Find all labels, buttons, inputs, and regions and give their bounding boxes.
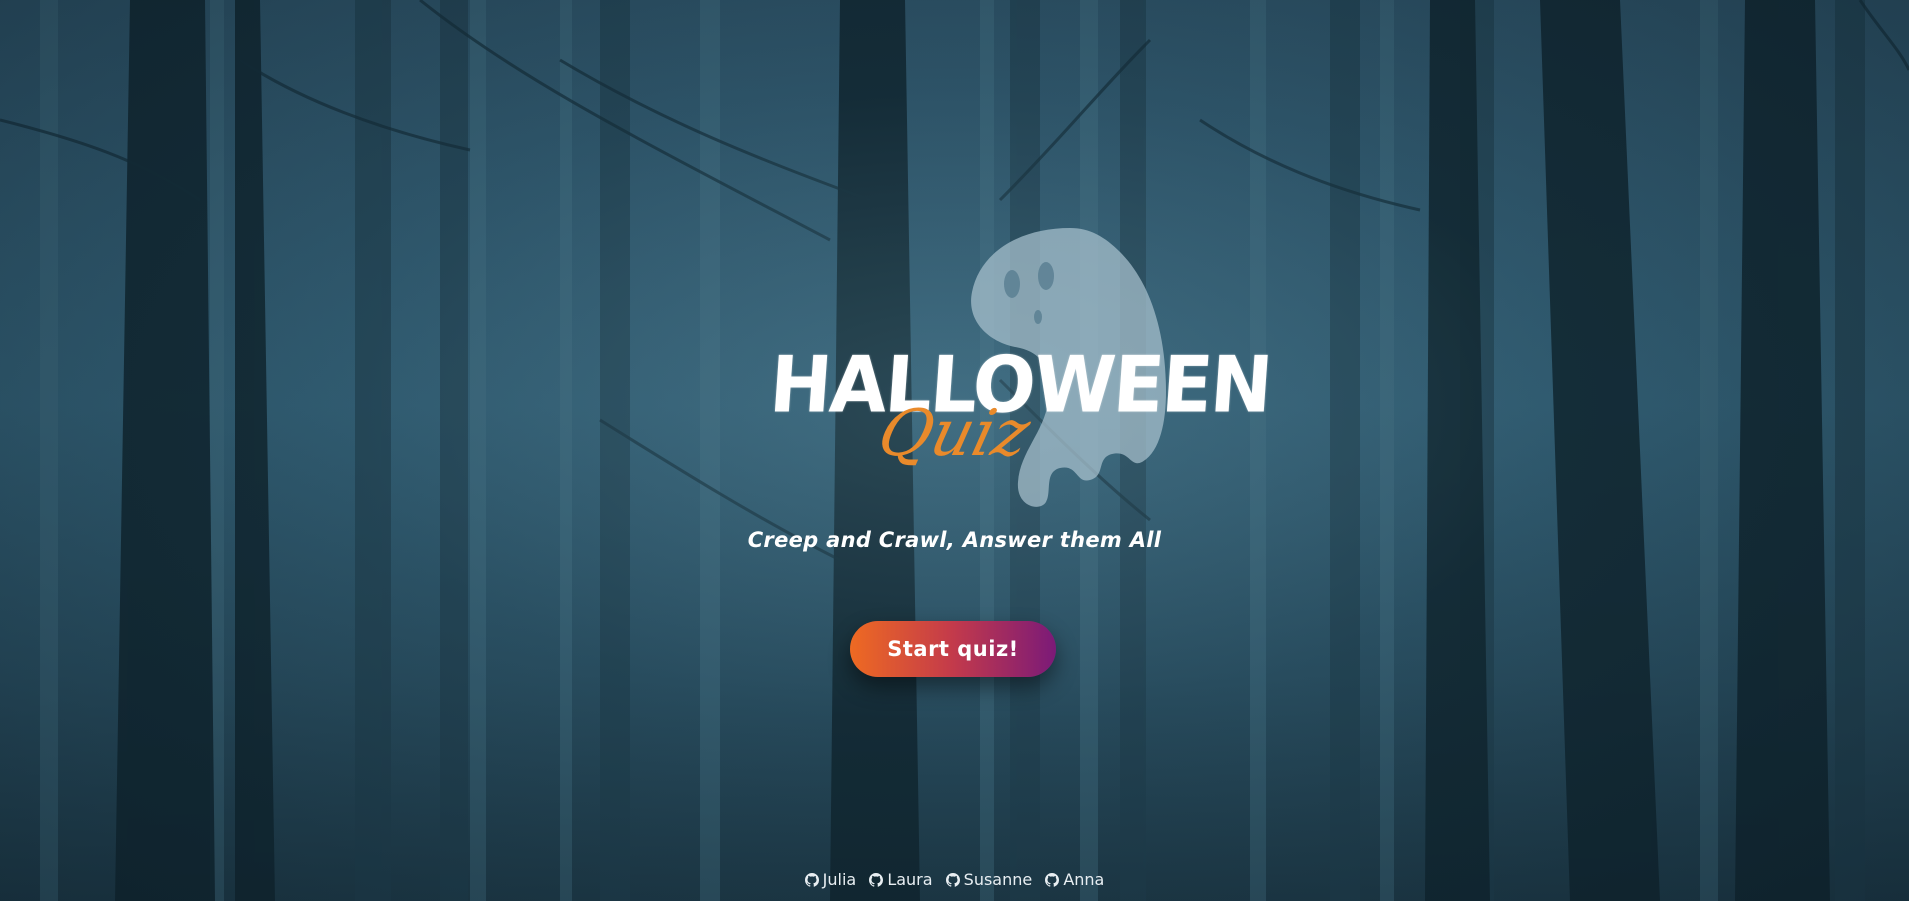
credit-link-laura[interactable]: Laura <box>869 870 933 889</box>
start-quiz-button[interactable]: Start quiz! <box>850 621 1056 677</box>
credit-link-julia[interactable]: Julia <box>804 870 857 889</box>
landing-page: HALLOWEEN Quiz Creep and Crawl, Answer t… <box>0 0 1909 901</box>
github-icon <box>869 872 884 887</box>
credit-name: Anna <box>1063 870 1105 889</box>
halloween-quiz-logo: HALLOWEEN Quiz <box>760 222 1274 512</box>
credit-name: Laura <box>887 870 933 889</box>
github-icon <box>1045 872 1060 887</box>
credits-footer: Julia Laura Susanne Anna <box>0 870 1909 891</box>
credit-link-anna[interactable]: Anna <box>1045 870 1104 889</box>
github-icon <box>804 872 819 887</box>
credit-name: Julia <box>822 870 857 889</box>
tagline: Creep and Crawl, Answer them All <box>747 528 1162 552</box>
credit-link-susanne[interactable]: Susanne <box>945 870 1033 889</box>
credit-name: Susanne <box>963 870 1033 889</box>
github-icon <box>945 872 960 887</box>
logo-subtitle: Quiz <box>870 397 1038 471</box>
